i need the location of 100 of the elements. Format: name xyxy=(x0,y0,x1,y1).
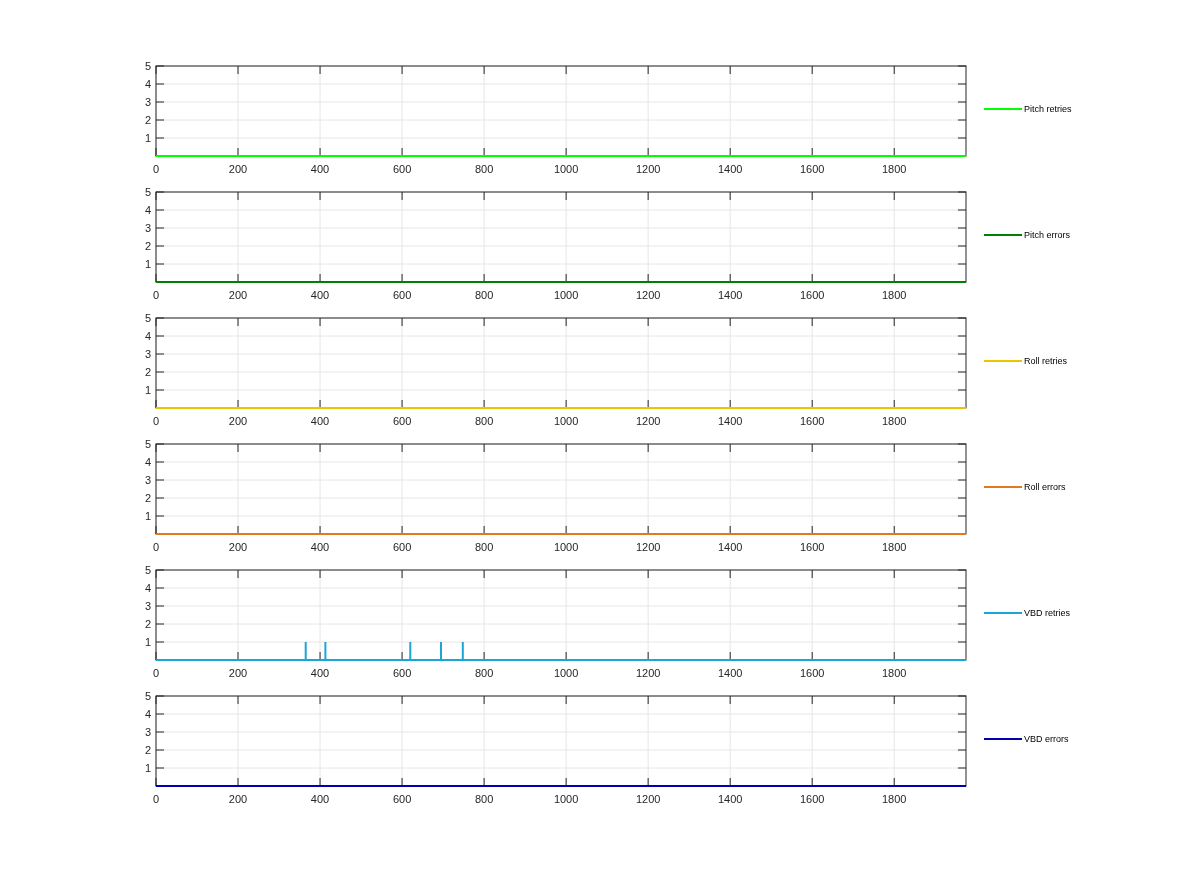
x-tick-label: 1400 xyxy=(717,415,743,427)
legend-label: VBD retries xyxy=(1024,608,1070,618)
x-tick-label: 400 xyxy=(310,793,330,805)
y-tick-label: 1 xyxy=(144,762,151,774)
x-tick-label: 1400 xyxy=(717,163,743,175)
x-tick-label: 0 xyxy=(152,163,160,175)
y-tick-label: 4 xyxy=(144,582,151,594)
x-tick-label: 1800 xyxy=(882,541,907,553)
x-tick-label: 0 xyxy=(152,541,160,553)
x-tick-label: 1800 xyxy=(882,793,907,805)
x-tick-label: 1600 xyxy=(799,541,825,553)
legend-line-icon xyxy=(984,359,1022,363)
x-tick-label: 1200 xyxy=(635,163,661,175)
x-tick-label: 1800 xyxy=(882,163,907,175)
y-tick-label: 2 xyxy=(144,366,151,378)
y-tick-label: 2 xyxy=(144,240,151,252)
x-tick-label: 1200 xyxy=(635,541,661,553)
x-tick-label: 0 xyxy=(152,415,160,427)
x-tick-label: 1800 xyxy=(882,667,907,679)
legend-label: Roll errors xyxy=(1024,482,1066,492)
x-tick-label: 400 xyxy=(310,163,330,175)
x-tick-label: 1600 xyxy=(799,667,825,679)
x-tick-label: 600 xyxy=(392,667,412,679)
x-tick-label: 600 xyxy=(392,163,412,175)
y-tick-label: 2 xyxy=(144,618,151,630)
y-tick-label: 2 xyxy=(144,114,151,126)
x-tick-label: 1800 xyxy=(882,289,907,301)
x-tick-label: 600 xyxy=(392,415,412,427)
y-tick-label: 5 xyxy=(144,438,151,450)
y-tick-label: 2 xyxy=(144,492,151,504)
legend-line-icon xyxy=(984,611,1022,615)
x-tick-label: 200 xyxy=(228,793,248,805)
legend-line-icon xyxy=(984,737,1022,741)
x-tick-label: 1000 xyxy=(553,541,579,553)
y-tick-label: 1 xyxy=(144,132,151,144)
x-tick-label: 400 xyxy=(310,541,330,553)
x-tick-label: 1000 xyxy=(553,163,579,175)
legend-label: Roll retries xyxy=(1024,356,1067,366)
x-tick-label: 800 xyxy=(474,415,494,427)
y-tick-label: 3 xyxy=(144,222,151,234)
y-tick-label: 1 xyxy=(144,636,151,648)
x-tick-label: 400 xyxy=(310,415,330,427)
x-tick-label: 1800 xyxy=(882,415,907,427)
x-tick-label: 200 xyxy=(228,667,248,679)
x-tick-label: 600 xyxy=(392,541,412,553)
y-tick-label: 1 xyxy=(144,510,151,522)
x-tick-label: 1400 xyxy=(717,289,743,301)
x-tick-label: 200 xyxy=(228,163,248,175)
y-tick-label: 4 xyxy=(144,78,151,90)
x-tick-label: 800 xyxy=(474,667,494,679)
x-tick-label: 1200 xyxy=(635,289,661,301)
x-tick-label: 1200 xyxy=(635,667,661,679)
y-tick-label: 5 xyxy=(144,690,151,702)
x-tick-label: 400 xyxy=(310,667,330,679)
x-tick-label: 400 xyxy=(310,289,330,301)
x-tick-label: 1200 xyxy=(635,793,661,805)
y-tick-label: 2 xyxy=(144,744,151,756)
x-tick-label: 600 xyxy=(392,289,412,301)
x-tick-label: 1600 xyxy=(799,163,825,175)
legend-label: Pitch retries xyxy=(1024,104,1072,114)
x-tick-label: 0 xyxy=(152,289,160,301)
legend-line-icon xyxy=(984,485,1022,489)
x-tick-label: 0 xyxy=(152,667,160,679)
y-tick-label: 1 xyxy=(144,384,151,396)
y-tick-label: 5 xyxy=(144,312,151,324)
legend-line-icon xyxy=(984,233,1022,237)
y-tick-label: 4 xyxy=(144,456,151,468)
x-tick-label: 1000 xyxy=(553,415,579,427)
x-tick-label: 1000 xyxy=(553,793,579,805)
y-tick-label: 4 xyxy=(144,708,151,720)
x-tick-label: 1400 xyxy=(717,793,743,805)
y-tick-label: 5 xyxy=(144,60,151,72)
x-tick-label: 1600 xyxy=(799,793,825,805)
y-tick-label: 3 xyxy=(144,348,151,360)
x-tick-label: 800 xyxy=(474,793,494,805)
y-tick-label: 3 xyxy=(144,474,151,486)
x-tick-label: 200 xyxy=(228,415,248,427)
y-tick-label: 3 xyxy=(144,96,151,108)
x-tick-label: 200 xyxy=(228,289,248,301)
x-tick-label: 800 xyxy=(474,541,494,553)
x-tick-label: 1000 xyxy=(553,289,579,301)
y-tick-label: 4 xyxy=(144,204,151,216)
x-tick-label: 1600 xyxy=(799,415,825,427)
x-tick-label: 1200 xyxy=(635,415,661,427)
legend-label: VBD errors xyxy=(1024,734,1069,744)
x-tick-label: 200 xyxy=(228,541,248,553)
x-tick-label: 1400 xyxy=(717,541,743,553)
y-tick-label: 3 xyxy=(144,600,151,612)
legend-label: Pitch errors xyxy=(1024,230,1070,240)
x-tick-label: 1400 xyxy=(717,667,743,679)
x-tick-label: 800 xyxy=(474,289,494,301)
x-tick-label: 800 xyxy=(474,163,494,175)
x-tick-label: 1600 xyxy=(799,289,825,301)
x-tick-label: 600 xyxy=(392,793,412,805)
y-tick-label: 3 xyxy=(144,726,151,738)
x-tick-label: 0 xyxy=(152,793,160,805)
y-tick-label: 1 xyxy=(144,258,151,270)
legend-line-icon xyxy=(984,107,1022,111)
y-tick-label: 5 xyxy=(144,564,151,576)
x-tick-label: 1000 xyxy=(553,667,579,679)
